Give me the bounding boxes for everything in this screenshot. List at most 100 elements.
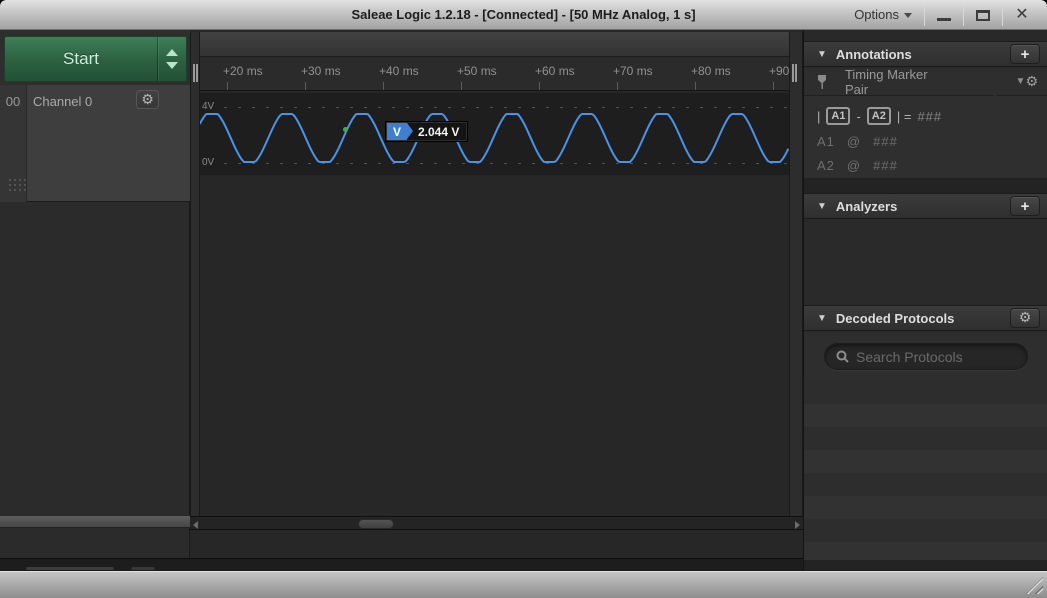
scroll-grip-icon[interactable]	[193, 64, 198, 82]
resize-grip-icon[interactable]	[1026, 577, 1043, 594]
at-symbol: @	[847, 134, 861, 149]
protocol-list	[804, 381, 1047, 560]
analyzers-title: Analyzers	[836, 199, 897, 214]
marker-a1-chip[interactable]: A1	[826, 107, 850, 125]
gear-icon: ⚙	[141, 93, 154, 107]
collapse-triangle-icon[interactable]: ▼	[817, 313, 827, 324]
channel-row: 00 Channel 0 ⚙	[0, 85, 190, 202]
window-controls: ✕	[924, 0, 1041, 30]
list-row	[804, 542, 1047, 560]
timeline-tick-mark	[305, 82, 306, 90]
marker-a2-line: A2 @ ###	[817, 154, 1047, 176]
timeline-tick-label: +20 ms	[223, 64, 263, 78]
annotations-header[interactable]: ▼ Annotations +	[804, 41, 1047, 67]
list-row	[804, 496, 1047, 519]
marker-a1-value: ###	[873, 134, 898, 149]
annotations-title: Annotations	[836, 47, 912, 62]
formula-open: |	[817, 109, 820, 124]
options-label: Options	[854, 7, 899, 22]
analyzers-header[interactable]: ▼ Analyzers +	[804, 193, 1047, 219]
protocol-search-pill[interactable]	[824, 343, 1028, 370]
marker-type-select[interactable]: Timing Marker Pair ▼	[845, 67, 1025, 97]
decoded-protocols-title: Decoded Protocols	[836, 311, 954, 326]
start-button-label[interactable]: Start	[5, 37, 157, 81]
formula-close: | =	[897, 109, 912, 124]
timeline-tick-label: +90 ms	[769, 64, 789, 78]
marker-a2-chip[interactable]: A2	[867, 107, 891, 125]
list-row	[804, 450, 1047, 473]
scrollbar-thumb[interactable]	[358, 519, 394, 529]
horizontal-scrollbar[interactable]	[190, 516, 803, 530]
start-row: Start	[0, 30, 190, 85]
search-protocols-input[interactable]	[856, 349, 1016, 365]
analyzers-empty-area	[804, 220, 1047, 305]
timeline-tick-label: +50 ms	[457, 64, 497, 78]
start-capture-button[interactable]: Start	[4, 36, 187, 82]
decoded-protocols-header[interactable]: ▼ Decoded Protocols ⚙	[804, 305, 1047, 331]
minimize-button[interactable]	[925, 1, 963, 29]
chevron-down-icon: ▼	[1016, 76, 1026, 87]
marker-pin-icon	[816, 74, 828, 90]
timeline-tick-label: +70 ms	[613, 64, 653, 78]
status-bar	[0, 570, 1047, 598]
add-analyzer-button[interactable]: +	[1010, 196, 1040, 216]
close-button[interactable]: ✕	[1003, 1, 1041, 29]
marker-a2-value: ###	[873, 158, 898, 173]
gear-icon: ⚙	[1019, 311, 1032, 325]
badge-arrow-icon	[407, 123, 413, 139]
timeline-ruler[interactable]: +20 ms +30 ms +40 ms +50 ms +60 ms +70 m…	[200, 57, 789, 91]
scroll-left-icon[interactable]	[193, 521, 198, 529]
timeline-tick-mark	[461, 82, 462, 90]
voltage-tooltip: V 2.044 V	[385, 121, 468, 142]
marker-difference-value: ###	[917, 109, 942, 124]
section-divider	[804, 178, 1047, 193]
scroll-grip-icon[interactable]	[792, 64, 797, 82]
marker-a1-line: A1 @ ###	[817, 130, 1047, 152]
right-scroll-track[interactable]	[789, 32, 803, 530]
arrow-up-icon	[166, 49, 178, 56]
list-row	[804, 473, 1047, 496]
marker-settings-icon[interactable]: ⚙	[1025, 74, 1038, 90]
collapse-triangle-icon[interactable]: ▼	[817, 49, 827, 60]
timeline-tick-label: +60 ms	[535, 64, 575, 78]
main-area: Start 00 Channel 0 ⚙	[0, 30, 1047, 570]
channel-settings-button[interactable]: ⚙	[136, 90, 159, 109]
drag-handle-icon[interactable]	[9, 179, 11, 181]
timeline-tick-mark	[383, 82, 384, 90]
minimize-icon	[937, 18, 951, 21]
graph-region: +20 ms +30 ms +40 ms +50 ms +60 ms +70 m…	[190, 30, 803, 570]
sine-wave-trace	[200, 93, 789, 175]
timeline-tick-mark	[773, 82, 774, 90]
formula-minus: -	[856, 109, 860, 124]
channel-index: 00	[0, 85, 27, 202]
marker-values-panel: | A1 - A2 | = ### A1 @ ### A2 @ ###	[804, 96, 1047, 178]
timeline-tick-mark	[695, 82, 696, 90]
scroll-right-icon[interactable]	[795, 521, 800, 529]
start-options-toggle[interactable]	[157, 37, 186, 81]
timeline-tick-mark	[227, 82, 228, 90]
analog-waveform-view[interactable]: 4V 0V V 2.044 V	[200, 93, 789, 175]
device-panel: Start 00 Channel 0 ⚙	[0, 30, 190, 570]
add-annotation-button[interactable]: +	[1010, 44, 1040, 64]
voltage-value: 2.044 V	[408, 125, 467, 139]
list-row	[804, 381, 1047, 404]
timing-marker-pair-row[interactable]: Timing Marker Pair ▼ ⚙	[804, 68, 1047, 96]
sidebar-bottom-strip	[804, 560, 1047, 570]
device-panel-scrollbar[interactable]	[0, 515, 190, 528]
maximize-button[interactable]	[964, 1, 1002, 29]
marker-a1-label: A1	[817, 134, 835, 149]
titlebar: Saleae Logic 1.2.18 - [Connected] - [50 …	[0, 0, 1047, 30]
left-scroll-track[interactable]	[190, 32, 200, 530]
options-menu[interactable]: Options	[854, 7, 912, 22]
list-row	[804, 404, 1047, 427]
marker-difference-line: | A1 - A2 | = ###	[817, 104, 1047, 128]
timeline-top-strip	[200, 32, 789, 57]
decoded-protocols-settings-button[interactable]: ⚙	[1010, 308, 1040, 328]
list-row	[804, 519, 1047, 542]
channel-name: Channel 0	[33, 94, 92, 109]
marker-a2-label: A2	[817, 158, 835, 173]
arrow-down-icon	[166, 62, 178, 69]
timeline-tick-label: +40 ms	[379, 64, 419, 78]
collapse-triangle-icon[interactable]: ▼	[817, 201, 827, 212]
search-icon	[836, 350, 849, 363]
